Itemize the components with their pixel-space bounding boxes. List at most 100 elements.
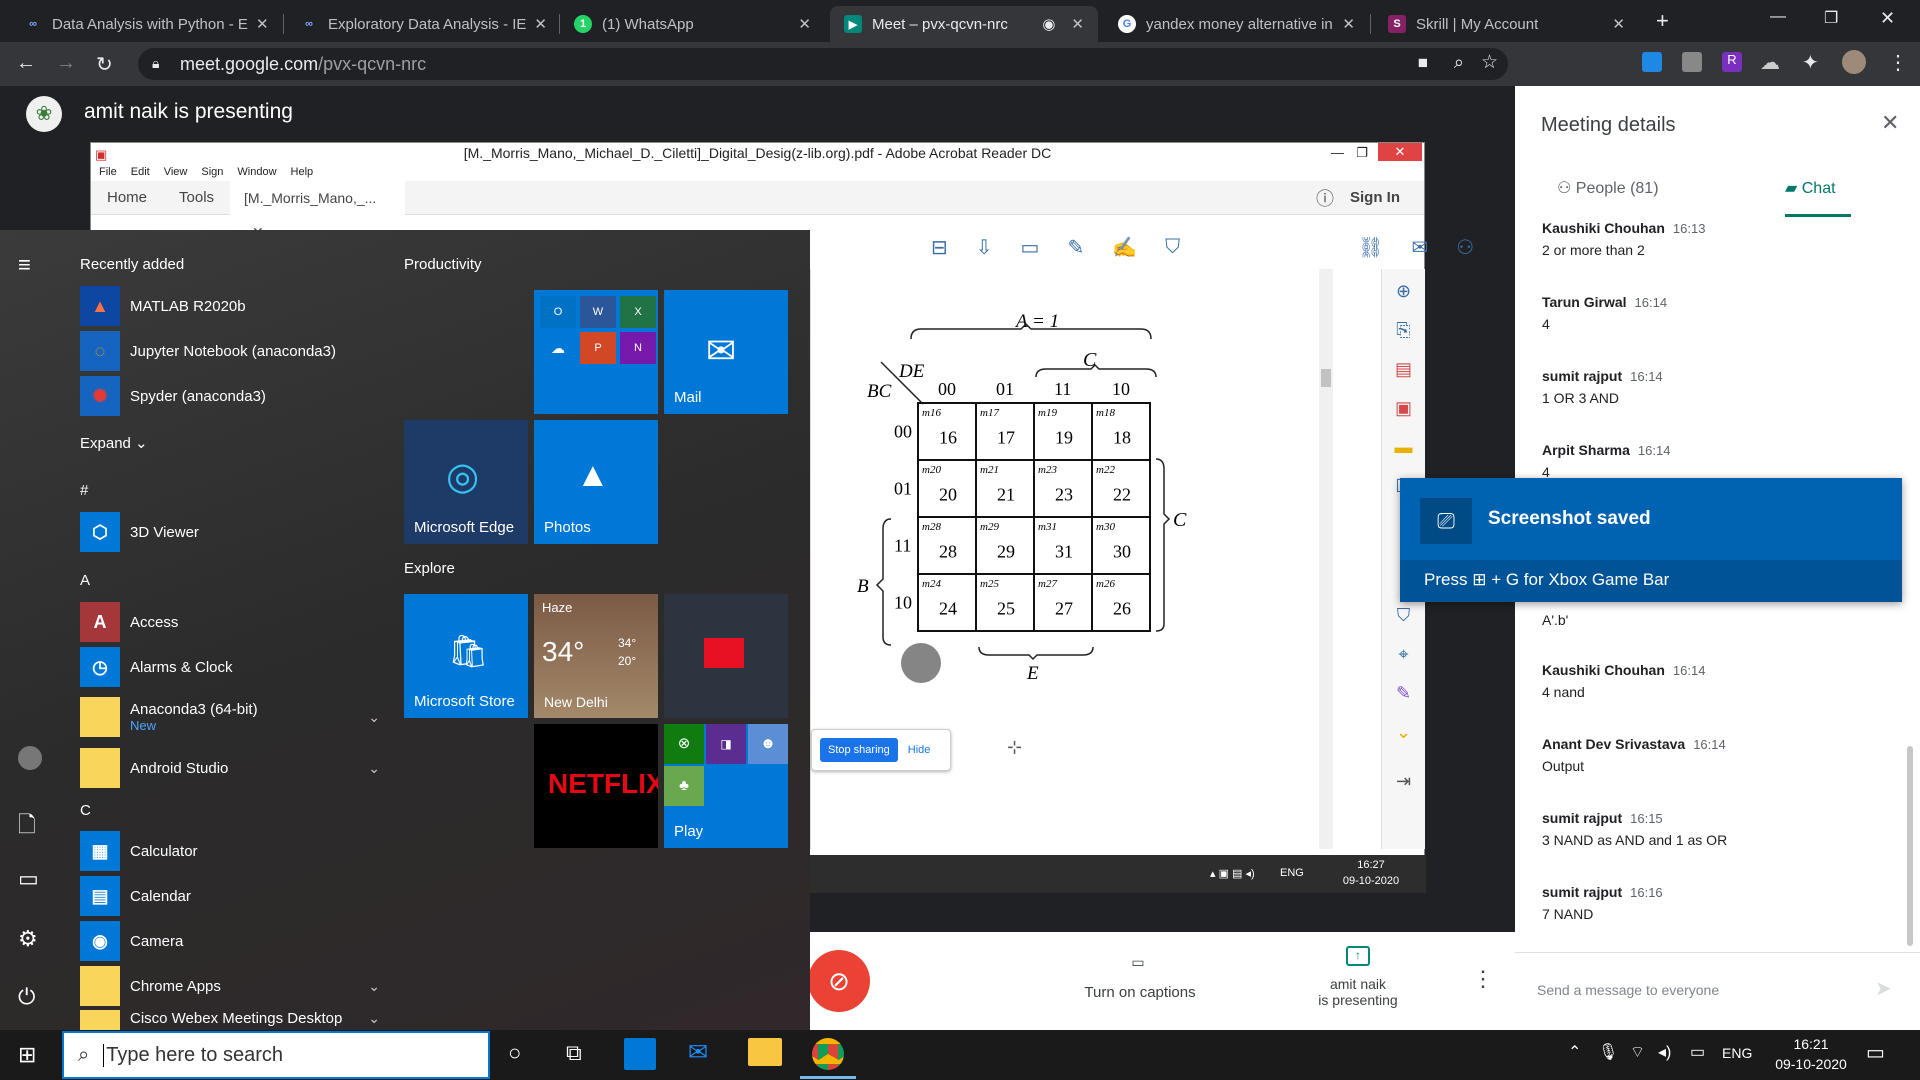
extension-icon[interactable] bbox=[1682, 52, 1702, 72]
tab-whatsapp[interactable]: 1 (1) WhatsApp ✕ bbox=[560, 6, 825, 42]
tab-document[interactable]: [M._Morris_Mano,_... ✕ bbox=[230, 180, 406, 240]
close-tab-icon[interactable]: ✕ bbox=[790, 15, 811, 33]
app-calculator[interactable]: ▦ Calculator bbox=[80, 831, 380, 871]
help-icon[interactable]: ⓘ bbox=[1316, 185, 1334, 211]
close-tab-icon[interactable]: ✕ bbox=[1334, 15, 1355, 33]
camera-icon[interactable]: ■ bbox=[1418, 53, 1428, 73]
chrome-taskbar-icon[interactable] bbox=[812, 1038, 844, 1070]
store-taskbar-icon[interactable] bbox=[624, 1038, 656, 1070]
export-pdf-icon[interactable]: ⎘ bbox=[1396, 320, 1410, 341]
send-icon[interactable]: ➤ bbox=[1875, 976, 1892, 1001]
reload-icon[interactable]: ↻ bbox=[96, 52, 113, 77]
tab-tools[interactable]: Tools bbox=[163, 189, 230, 206]
app-android-studio[interactable]: Android Studio ⌄ bbox=[80, 748, 380, 788]
sign-in-button[interactable]: Sign In bbox=[1350, 189, 1400, 206]
task-view-icon[interactable]: ⧉ bbox=[566, 1040, 582, 1066]
windows-start-icon[interactable]: ⊞ bbox=[18, 1042, 36, 1068]
app-alarms[interactable]: ◷ Alarms & Clock bbox=[80, 647, 380, 687]
letter-header-hash[interactable]: # bbox=[80, 482, 88, 499]
app-access[interactable]: A Access bbox=[80, 602, 380, 642]
tile-photos[interactable]: ▲ Photos bbox=[534, 420, 658, 544]
tile-play[interactable]: ⊗ ◨ ☻ ♣ Play bbox=[664, 724, 788, 848]
settings-icon[interactable]: ⚙ bbox=[18, 926, 38, 952]
power-icon[interactable]: ⏻ bbox=[18, 984, 35, 1010]
language-indicator[interactable]: ENG bbox=[1722, 1045, 1752, 1061]
presenting-button[interactable]: amit naik is presenting bbox=[1298, 976, 1418, 1008]
email-icon[interactable]: ✉ bbox=[1412, 235, 1429, 260]
microphone-icon[interactable]: 🎙︎ bbox=[1598, 1042, 1618, 1062]
menu-edit[interactable]: Edit bbox=[131, 163, 150, 181]
pictures-icon[interactable]: ▭ bbox=[18, 866, 39, 892]
close-window-button[interactable]: ✕ bbox=[1880, 8, 1895, 29]
chevron-down-icon[interactable]: ⌄ bbox=[368, 1010, 380, 1027]
close-tab-icon[interactable]: ✕ bbox=[1063, 15, 1084, 33]
volume-icon[interactable]: ◂) bbox=[1658, 1042, 1671, 1062]
chevron-down-icon[interactable]: ⌄ bbox=[368, 760, 380, 777]
app-anaconda[interactable]: Anaconda3 (64-bit) New ⌄ bbox=[80, 692, 380, 742]
close-tab-icon[interactable]: ✕ bbox=[526, 15, 547, 33]
close-icon[interactable]: ✕ bbox=[1378, 143, 1422, 161]
battery-icon[interactable]: ▭ bbox=[1690, 1042, 1705, 1062]
stamp-icon[interactable]: ⛉ bbox=[1165, 236, 1180, 259]
menu-help[interactable]: Help bbox=[291, 163, 314, 181]
wifi-icon[interactable]: ⌔ bbox=[1630, 1042, 1645, 1062]
restore-button[interactable]: ❐ bbox=[1824, 8, 1838, 28]
letter-header-c[interactable]: C bbox=[80, 802, 91, 819]
app-spyder[interactable]: ✺ Spyder (anaconda3) bbox=[80, 376, 380, 416]
page-nav-bubble[interactable] bbox=[901, 643, 941, 683]
forward-icon[interactable]: → bbox=[56, 52, 76, 75]
extension-icon[interactable]: R bbox=[1722, 52, 1742, 72]
tile-weather[interactable]: Haze 34° 34° 20° New Delhi bbox=[534, 594, 658, 718]
scroll-thumb[interactable] bbox=[1321, 369, 1331, 387]
mail-taskbar-icon[interactable]: ✉ bbox=[688, 1038, 708, 1067]
menu-file[interactable]: File bbox=[99, 163, 117, 181]
sign-icon[interactable]: ✍ bbox=[1112, 235, 1137, 260]
star-icon[interactable]: ☆ bbox=[1481, 51, 1498, 74]
comment-pane-icon[interactable]: ▬ bbox=[1395, 437, 1413, 458]
comment-icon[interactable]: ▭ bbox=[1021, 235, 1040, 260]
puzzle-icon[interactable]: ✦ bbox=[1802, 50, 1819, 75]
add-user-icon[interactable]: ⚇ bbox=[1456, 235, 1474, 260]
expand-button[interactable]: Expand ⌄ bbox=[80, 434, 148, 452]
link-icon[interactable]: ⛓ bbox=[1358, 235, 1383, 260]
tab-exploratory-analysis[interactable]: ∞ Exploratory Data Analysis - IE ✕ bbox=[286, 6, 561, 42]
collapse-pane-icon[interactable]: ⇥ bbox=[1396, 771, 1411, 792]
app-cisco-webex[interactable]: Cisco Webex Meetings Desktop ⌄ bbox=[80, 1010, 380, 1030]
stop-sharing-button[interactable]: Stop sharing bbox=[820, 738, 898, 762]
tile-netflix[interactable]: NETFLIX bbox=[534, 724, 658, 848]
close-tab-icon[interactable]: ✕ bbox=[1604, 15, 1625, 33]
chevron-down-icon[interactable]: ⌄ bbox=[368, 978, 380, 995]
sign-pen-icon[interactable]: ✎ bbox=[1396, 683, 1411, 704]
new-tab-button[interactable]: + bbox=[1656, 8, 1669, 34]
zoom-in-icon[interactable]: ⊕ bbox=[1396, 281, 1411, 302]
avatar[interactable] bbox=[1842, 50, 1866, 74]
zoom-icon[interactable]: ⌕ bbox=[1454, 52, 1464, 73]
minimize-icon[interactable]: — bbox=[1331, 143, 1344, 163]
fill-sign-icon[interactable]: ⌖ bbox=[1398, 644, 1408, 665]
chevron-down-icon[interactable]: ⌄ bbox=[368, 709, 380, 726]
cortana-icon[interactable]: ○ bbox=[508, 1040, 521, 1066]
tile-edge[interactable]: ◎ Microsoft Edge bbox=[404, 420, 528, 544]
app-3d-viewer[interactable]: ⬡ 3D Viewer bbox=[80, 512, 380, 552]
close-panel-icon[interactable]: ✕ bbox=[1881, 110, 1899, 136]
url-field[interactable]: 🔒︎ meet.google.com/pvx-qcvn-nrc ■ ⌕ ☆ bbox=[138, 48, 1508, 80]
page-layout-icon[interactable]: ⊟ bbox=[931, 235, 948, 260]
letter-header-a[interactable]: A bbox=[80, 572, 90, 589]
protect-icon[interactable]: ⛉ bbox=[1397, 605, 1411, 626]
documents-icon[interactable]: 🗋︎ bbox=[18, 808, 36, 846]
create-pdf-icon[interactable]: ▣ bbox=[1395, 398, 1412, 419]
hide-button[interactable]: Hide bbox=[908, 744, 931, 756]
pen-icon[interactable]: ✎ bbox=[1067, 235, 1084, 260]
tile-news[interactable] bbox=[664, 594, 788, 718]
clock-date[interactable]: 09-10-2020 bbox=[1764, 1056, 1858, 1072]
menu-sign[interactable]: Sign bbox=[201, 163, 223, 181]
app-jupyter[interactable]: ◌ Jupyter Notebook (anaconda3) bbox=[80, 331, 380, 371]
message-input[interactable]: Send a message to everyone bbox=[1537, 982, 1719, 998]
captions-button[interactable]: Turn on captions bbox=[1070, 984, 1210, 1001]
app-chrome-apps[interactable]: Chrome Apps ⌄ bbox=[80, 966, 380, 1006]
tile-mail[interactable]: ✉ Mail bbox=[664, 290, 788, 414]
app-matlab[interactable]: ▲ MATLAB R2020b bbox=[80, 286, 380, 326]
screenshot-toast[interactable]: ⎚ Screenshot saved Press ⊞ + G for Xbox … bbox=[1400, 478, 1902, 602]
taskbar-search-box[interactable]: ⌕ Type here to search bbox=[62, 1031, 490, 1079]
extension-icon[interactable]: ☁ bbox=[1760, 50, 1780, 75]
